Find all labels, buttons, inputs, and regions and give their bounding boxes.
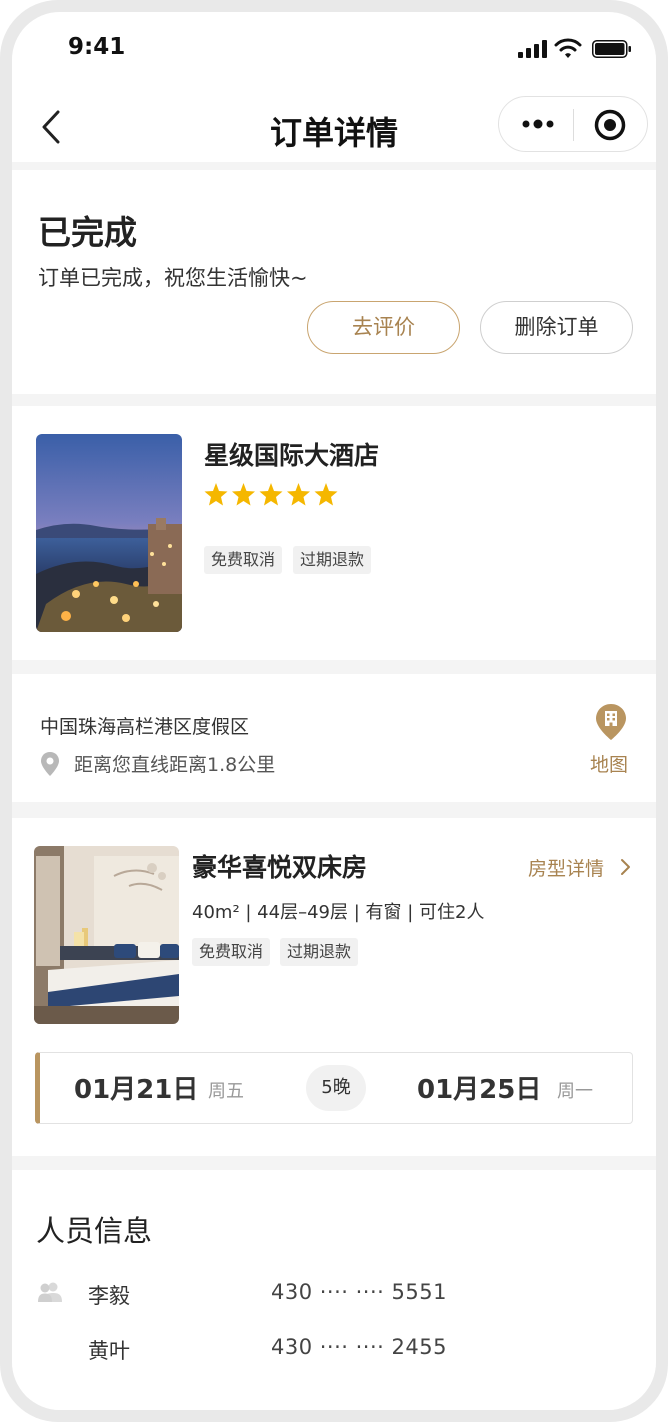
guests-title: 人员信息 — [36, 1214, 153, 1248]
checkin-weekday: 周五 — [208, 1081, 244, 1102]
map-building-icon[interactable] — [596, 704, 626, 740]
checkout-weekday: 周一 — [557, 1081, 593, 1102]
hotel-tag: 免费取消 — [204, 546, 283, 574]
checkout-date: 01月25日 — [417, 1075, 542, 1105]
more-dots-icon[interactable] — [521, 113, 555, 135]
nav-bar: 订单详情 — [12, 92, 656, 162]
signal-icon — [518, 40, 548, 58]
nights-badge: 5晚 — [306, 1065, 366, 1111]
hotel-tag: 过期退款 — [293, 546, 372, 574]
map-link[interactable]: 地图 — [590, 750, 628, 777]
address-card: 中国珠海高栏港区度假区 距离您直线距离1.8公里 地图 — [12, 674, 656, 802]
order-status-title: 已完成 — [38, 213, 137, 252]
hotel-address: 中国珠海高栏港区度假区 — [40, 716, 250, 738]
room-photo — [34, 846, 179, 1024]
hotel-photo — [36, 434, 182, 632]
stay-dates: 01月21日 周五 5晚 01月25日 周一 — [35, 1052, 633, 1124]
order-status-card: 已完成 订单已完成，祝您生活愉快~ 去评价 删除订单 — [12, 170, 656, 394]
guest-name: 李毅 — [88, 1284, 130, 1308]
guest-id: 430 ···· ···· 5551 — [271, 1280, 447, 1304]
order-status-subtitle: 订单已完成，祝您生活愉快~ — [38, 266, 308, 290]
delete-order-button[interactable]: 删除订单 — [480, 301, 633, 354]
chevron-right-icon[interactable] — [620, 858, 632, 876]
room-name: 豪华喜悦双床房 — [192, 853, 368, 882]
room-tag: 免费取消 — [192, 938, 271, 966]
checkin-date: 01月21日 — [74, 1075, 199, 1105]
hotel-card[interactable]: 星级国际大酒店 免费取消 过期退款 — [12, 406, 656, 660]
capsule-divider — [573, 109, 574, 141]
room-tag: 过期退款 — [280, 938, 359, 966]
guests-card: 人员信息 李毅 430 ···· ···· 5551 黄叶 430 ···· ·… — [12, 1170, 656, 1410]
status-time: 9:41 — [68, 34, 126, 60]
status-bar: 9:41 — [12, 12, 656, 92]
close-target-icon[interactable] — [593, 108, 627, 142]
screen: 9:41 订单详情 已完成 订单已完成，祝您生活愉快~ 去评价 删除订单 星级国… — [12, 12, 656, 1410]
guest-name: 黄叶 — [88, 1339, 130, 1363]
room-detail-link[interactable]: 房型详情 — [528, 854, 604, 881]
guest-id: 430 ···· ···· 2455 — [271, 1335, 447, 1359]
location-pin-icon — [41, 752, 59, 776]
wifi-icon — [554, 38, 582, 58]
room-info: 40m² | 44层–49层 | 有窗 | 可住2人 — [192, 902, 485, 923]
person-icon — [38, 1282, 62, 1302]
battery-icon — [592, 40, 631, 58]
star-rating — [204, 482, 344, 508]
phone-frame: 9:41 订单详情 已完成 订单已完成，祝您生活愉快~ 去评价 删除订单 星级国… — [0, 0, 668, 1422]
rate-button[interactable]: 去评价 — [307, 301, 460, 354]
mini-program-capsule — [498, 96, 648, 152]
room-card: 豪华喜悦双床房 房型详情 40m² | 44层–49层 | 有窗 | 可住2人 … — [12, 818, 656, 1156]
stars-icon — [204, 483, 338, 506]
distance-text: 距离您直线距离1.8公里 — [74, 754, 276, 776]
hotel-name: 星级国际大酒店 — [204, 441, 380, 470]
